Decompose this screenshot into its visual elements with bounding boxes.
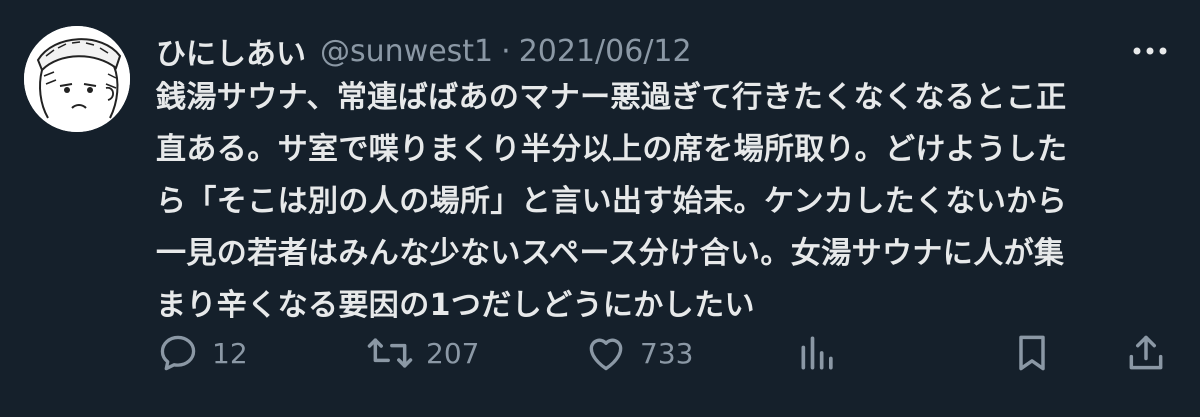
retweet-count: 207 bbox=[426, 336, 480, 370]
views-button[interactable] bbox=[796, 328, 840, 378]
bookmark-button[interactable] bbox=[1010, 328, 1054, 378]
bookmark-icon bbox=[1019, 335, 1045, 371]
reply-count: 12 bbox=[212, 336, 248, 370]
separator-dot: · bbox=[501, 33, 511, 69]
like-count: 733 bbox=[640, 336, 694, 370]
retweet-button[interactable]: 207 bbox=[366, 328, 479, 378]
tweet-date[interactable]: 2021/06/12 bbox=[519, 34, 692, 69]
avatar[interactable] bbox=[24, 26, 130, 132]
tweet-text-line: 直ある。サ室で喋りまくり半分以上の席を場所取り。どけようした bbox=[156, 132, 1068, 167]
tweet-card: ひにしあい @sunwest1 · 2021/06/12 銭湯サウナ、常連ばばあ… bbox=[0, 0, 1200, 417]
tweet-text-line: 銭湯サウナ、常連ばばあのマナー悪過ぎて行きたくなくなるとこ正 bbox=[156, 80, 1067, 115]
share-icon bbox=[1129, 335, 1163, 370]
display-name[interactable]: ひにしあい bbox=[156, 29, 306, 73]
avatar-illustration bbox=[24, 26, 130, 132]
like-button[interactable]: 733 bbox=[584, 328, 693, 378]
tweet-text-line: まり辛くなる要因の1つだしどうにかしたい bbox=[156, 288, 755, 323]
more-icon bbox=[1133, 47, 1167, 55]
tweet-header: ひにしあい @sunwest1 · 2021/06/12 bbox=[156, 28, 692, 74]
share-button[interactable] bbox=[1124, 328, 1168, 378]
tweet-text-line: 一見の若者はみんな少ないスペース分け合い。女湯サウナに人が集 bbox=[156, 236, 1065, 271]
action-bar: 12 207 733 bbox=[156, 328, 1176, 378]
reply-button[interactable]: 12 bbox=[156, 328, 248, 378]
more-options-button[interactable] bbox=[1130, 36, 1170, 66]
tweet-text: 銭湯サウナ、常連ばばあのマナー悪過ぎて行きたくなくなるとこ正 直ある。サ室で喋り… bbox=[156, 72, 1176, 332]
tweet-text-line: ら「そこは別の人の場所」と言い出す始末。ケンカしたくないから bbox=[156, 184, 1068, 219]
retweet-icon bbox=[367, 338, 413, 368]
user-handle[interactable]: @sunwest1 bbox=[320, 34, 493, 69]
reply-icon bbox=[160, 335, 196, 371]
views-icon bbox=[801, 336, 833, 370]
heart-icon bbox=[589, 338, 623, 371]
